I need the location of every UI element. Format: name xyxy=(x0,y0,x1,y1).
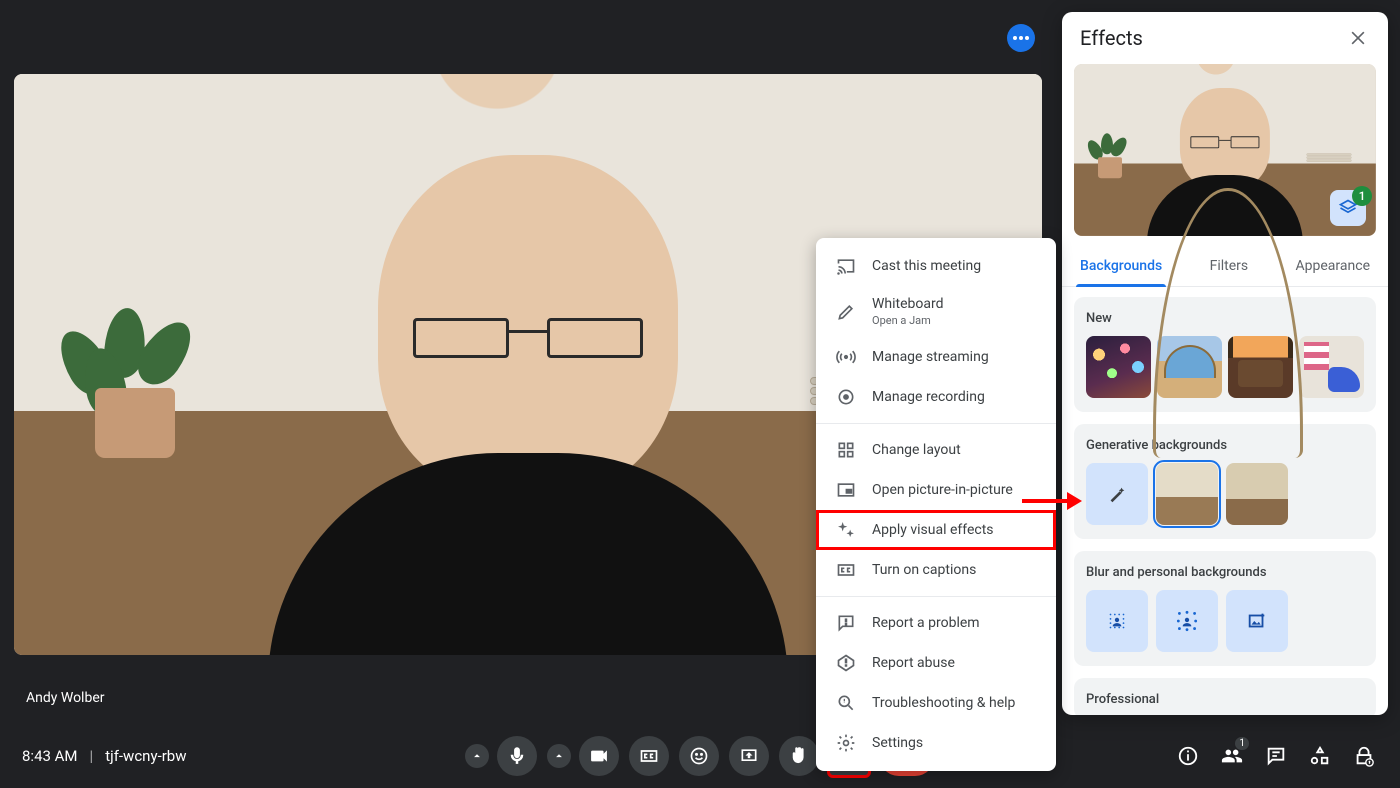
blur-slight-icon xyxy=(1104,608,1130,634)
menu-layout[interactable]: Change layout xyxy=(816,430,1056,470)
camera-icon xyxy=(589,746,609,766)
generate-background-button[interactable] xyxy=(1086,463,1148,525)
sparkle-icon xyxy=(836,520,856,540)
menu-whiteboard[interactable]: Whiteboard Open a Jam xyxy=(816,286,1056,337)
menu-label: Turn on captions xyxy=(872,562,976,578)
close-icon xyxy=(1348,28,1368,48)
menu-report-problem[interactable]: Report a problem xyxy=(816,603,1056,643)
captions-button[interactable] xyxy=(629,736,669,776)
menu-label: Change layout xyxy=(872,442,961,458)
upload-background-button[interactable] xyxy=(1226,590,1288,652)
menu-label: Troubleshooting & help xyxy=(872,695,1015,711)
section-title: Blur and personal backgrounds xyxy=(1086,565,1364,580)
people-button[interactable]: 1 xyxy=(1220,744,1244,768)
participant-count-badge: 1 xyxy=(1234,736,1250,751)
menu-label: Manage streaming xyxy=(872,349,989,365)
effects-count-badge: 1 xyxy=(1352,186,1372,206)
meeting-details-button[interactable] xyxy=(1176,744,1200,768)
menu-label: Apply visual effects xyxy=(872,522,994,538)
activities-button[interactable] xyxy=(1308,744,1332,768)
menu-label: Manage recording xyxy=(872,389,985,405)
tab-backgrounds[interactable]: Backgrounds xyxy=(1076,250,1166,286)
section-blur: Blur and personal backgrounds xyxy=(1074,551,1376,666)
effects-title: Effects xyxy=(1080,26,1143,50)
generative-thumb[interactable] xyxy=(1226,463,1288,525)
menu-label: Report a problem xyxy=(872,615,980,631)
menu-label: Whiteboard xyxy=(872,296,944,312)
cast-icon xyxy=(836,256,856,276)
menu-report-abuse[interactable]: Report abuse xyxy=(816,643,1056,683)
menu-captions[interactable]: Turn on captions xyxy=(816,550,1056,590)
tab-appearance[interactable]: Appearance xyxy=(1292,250,1374,286)
report-icon xyxy=(836,653,856,673)
menu-settings[interactable]: Settings xyxy=(816,723,1056,763)
menu-sublabel: Open a Jam xyxy=(872,314,944,327)
menu-recording[interactable]: Manage recording xyxy=(816,377,1056,417)
blur-slight-button[interactable] xyxy=(1086,590,1148,652)
generative-thumb-selected[interactable] xyxy=(1156,463,1218,525)
menu-visual-effects[interactable]: Apply visual effects xyxy=(816,510,1056,550)
chat-icon xyxy=(1265,745,1287,767)
feedback-icon xyxy=(836,613,856,633)
close-button[interactable] xyxy=(1346,26,1370,50)
layout-icon xyxy=(836,440,856,460)
present-icon xyxy=(739,746,759,766)
mic-options-chevron[interactable] xyxy=(465,744,489,768)
section-professional: Professional xyxy=(1074,678,1376,715)
annotation-arrow xyxy=(1022,486,1082,516)
clock: 8:43 AM xyxy=(22,747,78,765)
add-image-icon xyxy=(1246,610,1268,632)
blur-strong-button[interactable] xyxy=(1156,590,1218,652)
wand-icon xyxy=(1106,483,1128,505)
section-generative: Generative backgrounds xyxy=(1074,424,1376,539)
meeting-info[interactable]: 8:43 AM | tjf-wcny-rbw xyxy=(0,747,187,765)
hand-icon xyxy=(789,746,809,766)
bg-thumb[interactable] xyxy=(1299,336,1364,398)
gear-icon xyxy=(836,733,856,753)
more-options-menu: Cast this meeting Whiteboard Open a Jam M… xyxy=(816,238,1056,771)
chat-button[interactable] xyxy=(1264,744,1288,768)
camera-options-chevron[interactable] xyxy=(547,744,571,768)
menu-cast[interactable]: Cast this meeting xyxy=(816,246,1056,286)
effects-panel: Effects 1 Backgrounds Filters Appearance… xyxy=(1062,12,1388,715)
menu-streaming[interactable]: Manage streaming xyxy=(816,337,1056,377)
info-icon xyxy=(1177,745,1199,767)
pip-icon xyxy=(836,480,856,500)
reactions-button[interactable] xyxy=(679,736,719,776)
section-title: Professional xyxy=(1086,692,1364,707)
menu-troubleshoot[interactable]: Troubleshooting & help xyxy=(816,683,1056,723)
blur-strong-icon xyxy=(1174,608,1200,634)
menu-label: Settings xyxy=(872,735,923,751)
pencil-icon xyxy=(836,302,856,322)
tile-options-button[interactable] xyxy=(1007,24,1035,52)
magnify-icon xyxy=(836,693,856,713)
menu-label: Open picture-in-picture xyxy=(872,482,1013,498)
streaming-icon xyxy=(836,347,856,367)
raise-hand-button[interactable] xyxy=(779,736,819,776)
camera-button[interactable] xyxy=(579,736,619,776)
mic-icon xyxy=(507,746,527,766)
participant-name: Andy Wolber xyxy=(26,690,104,706)
captions-icon xyxy=(639,746,659,766)
captions-icon xyxy=(836,560,856,580)
menu-pip[interactable]: Open picture-in-picture xyxy=(816,470,1056,510)
record-icon xyxy=(836,387,856,407)
bottom-bar: 8:43 AM | tjf-wcny-rbw xyxy=(0,724,1400,788)
bg-thumb[interactable] xyxy=(1086,336,1151,398)
mic-button[interactable] xyxy=(497,736,537,776)
host-controls-button[interactable] xyxy=(1352,744,1376,768)
emoji-icon xyxy=(689,746,709,766)
menu-label: Cast this meeting xyxy=(872,258,981,274)
activities-icon xyxy=(1309,745,1331,767)
lock-icon xyxy=(1353,745,1375,767)
meeting-code: tjf-wcny-rbw xyxy=(105,747,186,765)
menu-label: Report abuse xyxy=(872,655,955,671)
present-button[interactable] xyxy=(729,736,769,776)
